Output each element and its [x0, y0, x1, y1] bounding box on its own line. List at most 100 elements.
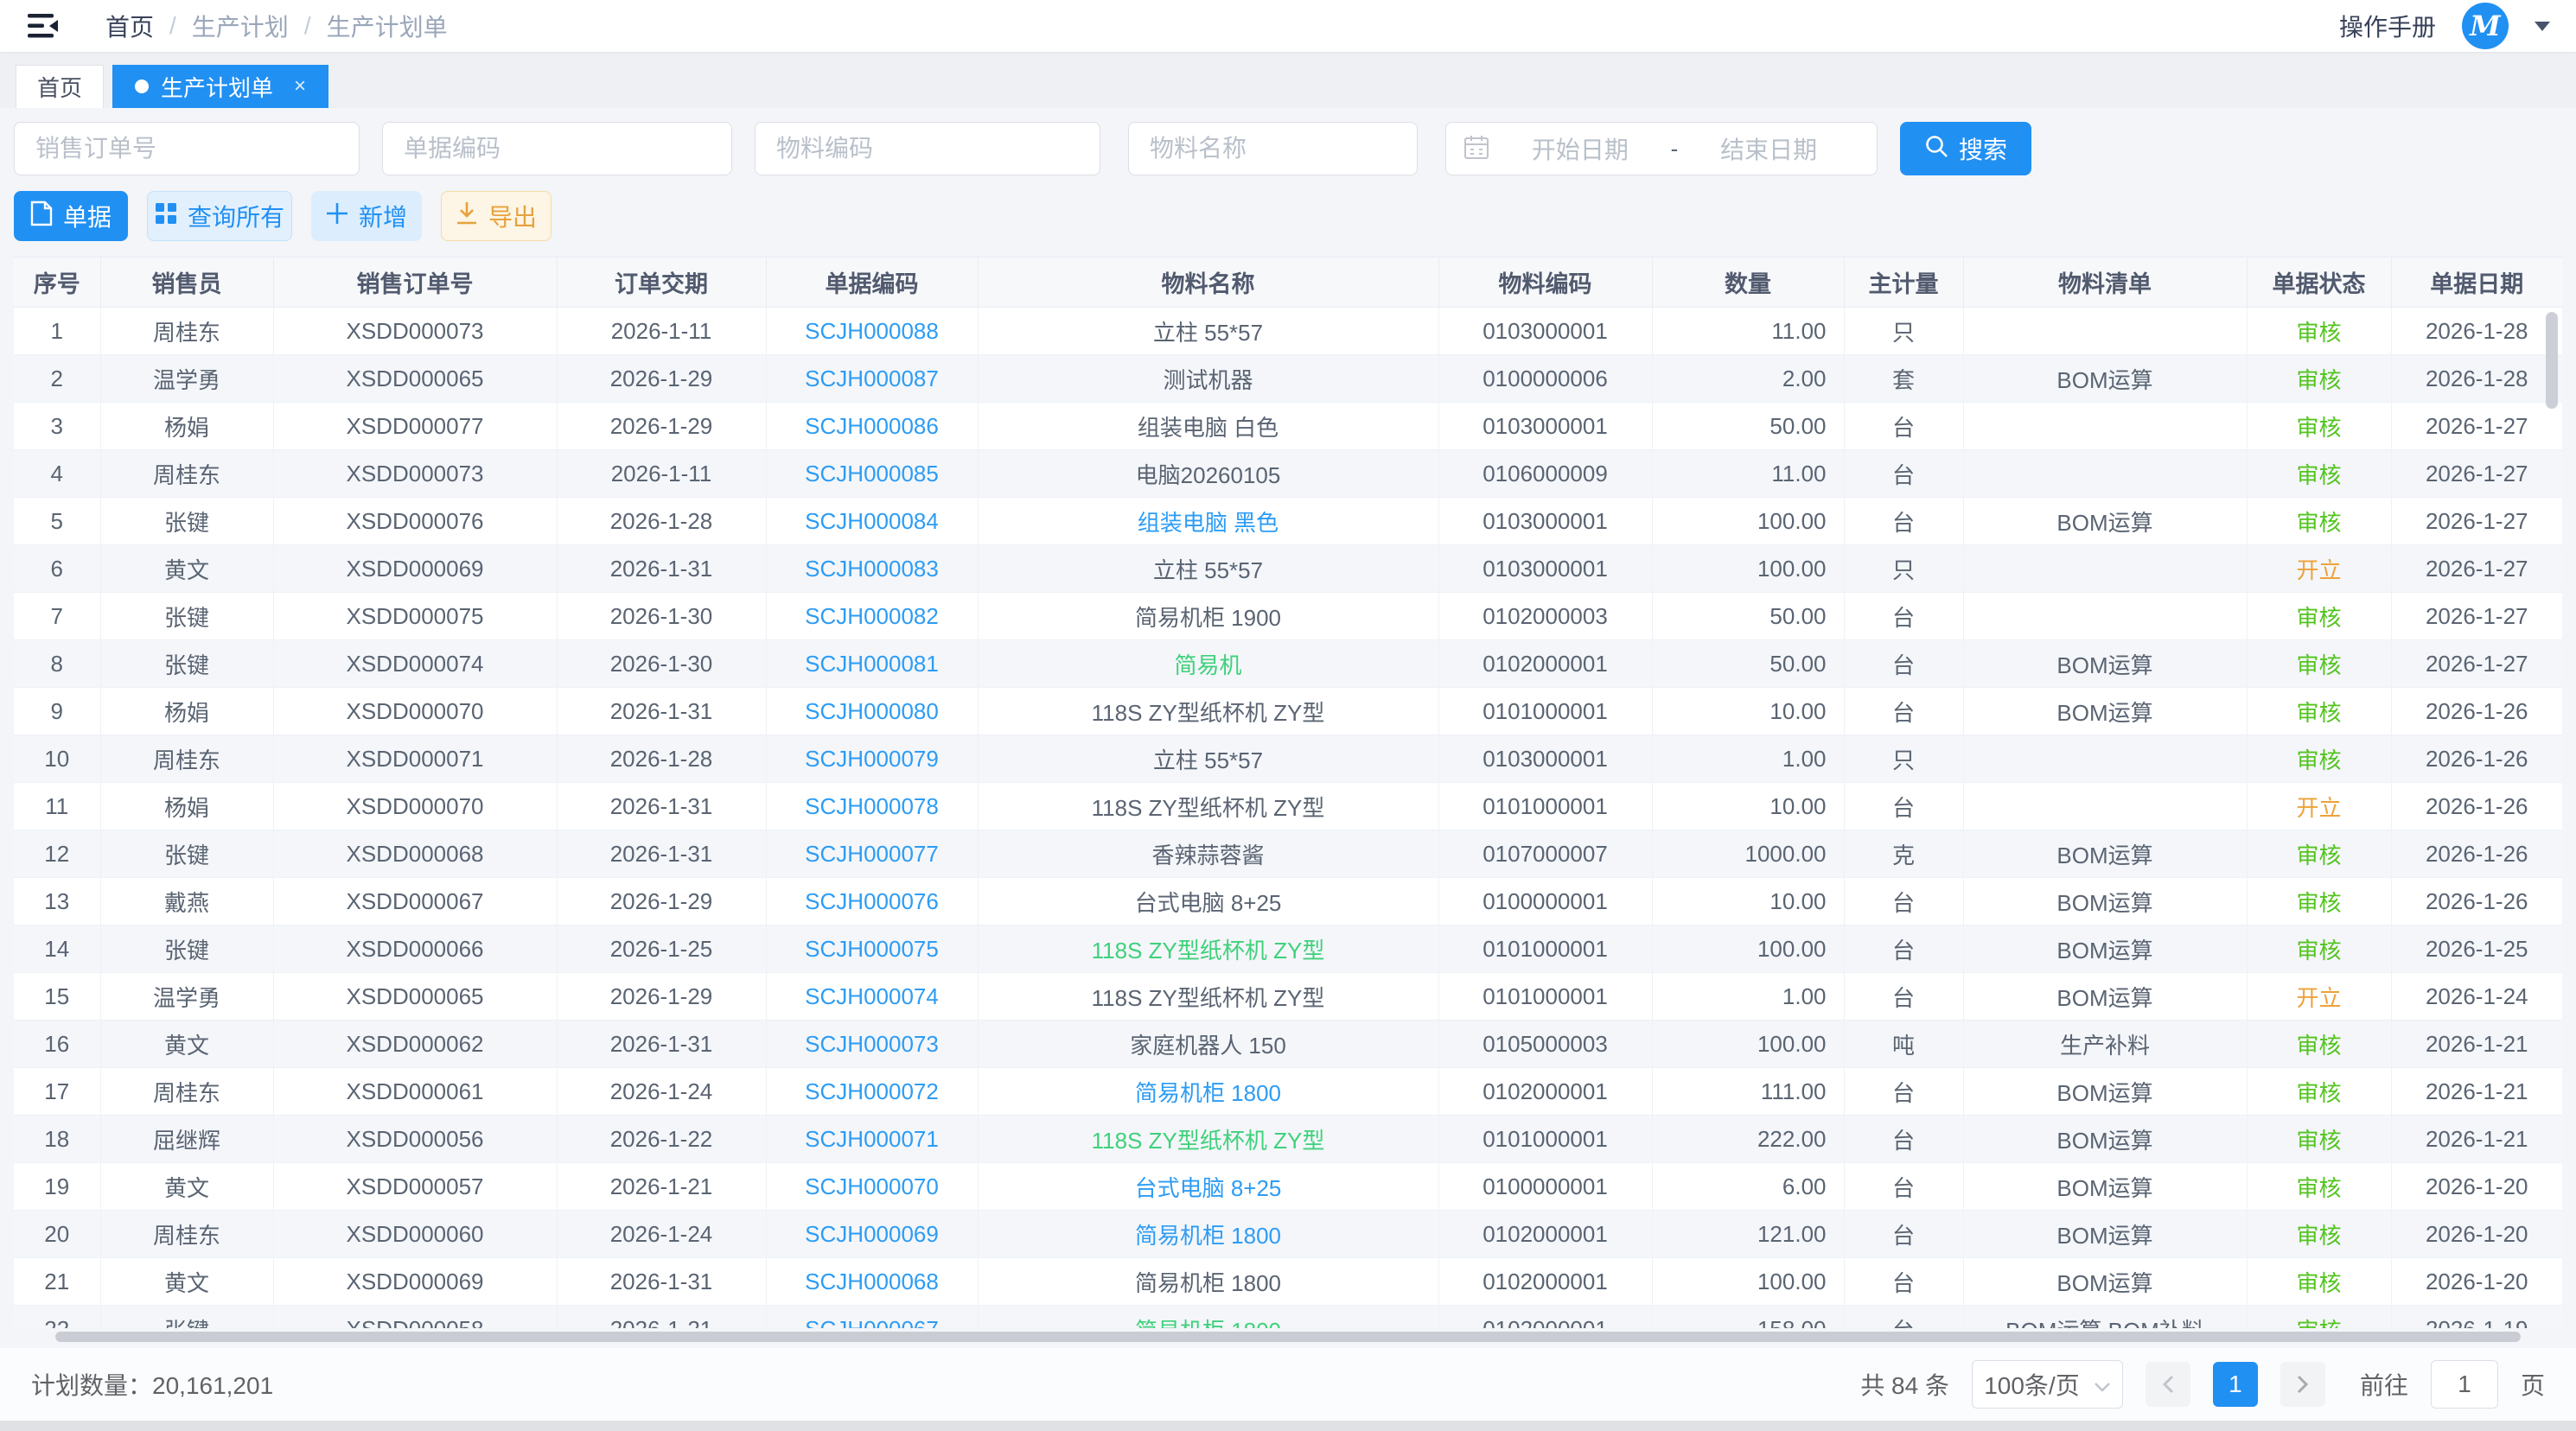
sales-order-input[interactable]	[14, 122, 360, 175]
collapse-menu-icon[interactable]	[26, 9, 61, 43]
cell-doc-code[interactable]: SCJH000082	[766, 593, 978, 640]
table-row[interactable]: 14张键XSDD0000662026-1-25SCJH000075118S ZY…	[14, 925, 2562, 973]
table-row[interactable]: 16黄文XSDD0000622026-1-31SCJH000073家庭机器人 1…	[14, 1021, 2562, 1068]
vertical-scrollbar[interactable]	[2546, 312, 2558, 409]
table-row[interactable]: 10周桂东XSDD0000712026-1-28SCJH000079立柱 55*…	[14, 735, 2562, 783]
next-page-button[interactable]	[2280, 1362, 2325, 1407]
table-row[interactable]: 1周桂东XSDD0000732026-1-11SCJH000088立柱 55*5…	[14, 308, 2562, 355]
date-range-picker[interactable]: 开始日期 - 结束日期	[1445, 122, 1878, 175]
horizontal-scrollbar[interactable]	[55, 1332, 2521, 1342]
tab-close-icon[interactable]: ×	[294, 74, 306, 99]
prev-page-button[interactable]	[2146, 1362, 2190, 1407]
cell-status: 开立	[2247, 973, 2391, 1021]
cell-date: 2026-1-21	[2391, 1068, 2562, 1116]
cell-doc-code[interactable]: SCJH000081	[766, 640, 978, 688]
cell-delivery: 2026-1-21	[557, 1306, 766, 1329]
cell-unit: 台	[1844, 640, 1963, 688]
cell-bom: 生产补料	[1963, 1021, 2247, 1068]
document-button[interactable]: 单据	[14, 191, 128, 241]
table-row[interactable]: 9杨娟XSDD0000702026-1-31SCJH000080118S ZY型…	[14, 688, 2562, 735]
cell-doc-code[interactable]: SCJH000086	[766, 403, 978, 450]
cell-doc-code[interactable]: SCJH000073	[766, 1021, 978, 1068]
table-row[interactable]: 13戴燕XSDD0000672026-1-29SCJH000076台式电脑 8+…	[14, 878, 2562, 925]
table-row[interactable]: 21黄文XSDD0000692026-1-31SCJH000068简易机柜 18…	[14, 1258, 2562, 1306]
add-button[interactable]: 新增	[311, 191, 422, 241]
toolbar: 单据 查询所有 新增 导	[14, 191, 2562, 241]
doc-code-input[interactable]	[382, 122, 732, 175]
table-row[interactable]: 20周桂东XSDD0000602026-1-24SCJH000069简易机柜 1…	[14, 1211, 2562, 1258]
tab-production-plan-order[interactable]: 生产计划单 ×	[112, 65, 328, 108]
page-number-button[interactable]: 1	[2213, 1362, 2258, 1407]
table-row[interactable]: 2温学勇XSDD0000652026-1-29SCJH000087测试机器010…	[14, 355, 2562, 403]
cell-doc-code[interactable]: SCJH000070	[766, 1163, 978, 1211]
table-row[interactable]: 4周桂东XSDD0000732026-1-11SCJH000085电脑20260…	[14, 450, 2562, 498]
cell-doc-code[interactable]: SCJH000069	[766, 1211, 978, 1258]
breadcrumb-production-plan-order[interactable]: 生产计划单	[327, 9, 448, 43]
cell-status: 审核	[2247, 593, 2391, 640]
start-date-placeholder[interactable]: 开始日期	[1489, 131, 1671, 166]
cell-unit: 台	[1844, 878, 1963, 925]
end-date-placeholder[interactable]: 结束日期	[1678, 131, 1859, 166]
cell-status: 审核	[2247, 403, 2391, 450]
cell-doc-code[interactable]: SCJH000074	[766, 973, 978, 1021]
cell-doc-code[interactable]: SCJH000083	[766, 545, 978, 593]
cell-doc-code[interactable]: SCJH000068	[766, 1258, 978, 1306]
table-row[interactable]: 7张键XSDD0000752026-1-30SCJH000082简易机柜 190…	[14, 593, 2562, 640]
cell-bom: BOM运算	[1963, 1068, 2247, 1116]
cell-doc-code[interactable]: SCJH000080	[766, 688, 978, 735]
cell-salesperson: 周桂东	[100, 308, 273, 355]
cell-unit: 台	[1844, 498, 1963, 545]
table-row[interactable]: 8张键XSDD0000742026-1-30SCJH000081简易机01020…	[14, 640, 2562, 688]
cell-doc-code[interactable]: SCJH000087	[766, 355, 978, 403]
cell-delivery: 2026-1-11	[557, 450, 766, 498]
table-row[interactable]: 6黄文XSDD0000692026-1-31SCJH000083立柱 55*57…	[14, 545, 2562, 593]
cell-doc-code[interactable]: SCJH000075	[766, 925, 978, 973]
search-button[interactable]: 搜索	[1900, 122, 2031, 175]
tab-home[interactable]: 首页	[16, 65, 104, 108]
chevron-down-icon[interactable]	[2535, 22, 2550, 31]
breadcrumb-production-plan[interactable]: 生产计划	[192, 9, 289, 43]
table-row[interactable]: 15温学勇XSDD0000652026-1-29SCJH000074118S Z…	[14, 973, 2562, 1021]
cell-seq: 7	[14, 593, 100, 640]
cell-date: 2026-1-27	[2391, 593, 2562, 640]
page-size-select[interactable]: 100条/页	[1972, 1360, 2123, 1409]
table-row[interactable]: 12张键XSDD0000682026-1-31SCJH000077香辣蒜蓉酱01…	[14, 830, 2562, 878]
export-button[interactable]: 导出	[441, 191, 552, 241]
table-row[interactable]: 18屈继辉XSDD0000562026-1-22SCJH000071118S Z…	[14, 1116, 2562, 1163]
cell-doc-code[interactable]: SCJH000088	[766, 308, 978, 355]
cell-material: 118S ZY型纸杯机 ZY型	[978, 688, 1438, 735]
material-name-input[interactable]	[1128, 122, 1418, 175]
table-row[interactable]: 19黄文XSDD0000572026-1-21SCJH000070台式电脑 8+…	[14, 1163, 2562, 1211]
cell-doc-code[interactable]: SCJH000072	[766, 1068, 978, 1116]
cell-doc-code[interactable]: SCJH000067	[766, 1306, 978, 1329]
breadcrumb-home[interactable]: 首页	[105, 9, 154, 43]
cell-qty: 158.00	[1652, 1306, 1844, 1329]
cell-doc-code[interactable]: SCJH000076	[766, 878, 978, 925]
document-icon	[30, 200, 53, 232]
cell-status: 审核	[2247, 878, 2391, 925]
avatar[interactable]: M	[2462, 3, 2509, 49]
table-row[interactable]: 11杨娟XSDD0000702026-1-31SCJH000078118S ZY…	[14, 783, 2562, 830]
goto-page-input[interactable]	[2431, 1360, 2498, 1409]
table-row[interactable]: 3杨娟XSDD0000772026-1-29SCJH000086组装电脑 白色0…	[14, 403, 2562, 450]
table-row[interactable]: 17周桂东XSDD0000612026-1-24SCJH000072简易机柜 1…	[14, 1068, 2562, 1116]
material-code-input[interactable]	[755, 122, 1100, 175]
table-row[interactable]: 5张键XSDD0000762026-1-28SCJH000084组装电脑 黑色0…	[14, 498, 2562, 545]
page-horizontal-scrollbar[interactable]	[0, 1421, 2576, 1431]
cell-doc-code[interactable]: SCJH000085	[766, 450, 978, 498]
operation-manual-link[interactable]: 操作手册	[2339, 9, 2436, 43]
cell-doc-code[interactable]: SCJH000084	[766, 498, 978, 545]
table-row[interactable]: 22张键XSDD0000582026-1-21SCJH000067简易机柜 18…	[14, 1306, 2562, 1329]
cell-sales-order: XSDD000061	[273, 1068, 557, 1116]
cell-doc-code[interactable]: SCJH000078	[766, 783, 978, 830]
cell-date: 2026-1-27	[2391, 640, 2562, 688]
cell-doc-code[interactable]: SCJH000079	[766, 735, 978, 783]
cell-qty: 11.00	[1652, 308, 1844, 355]
cell-delivery: 2026-1-25	[557, 925, 766, 973]
cell-delivery: 2026-1-28	[557, 498, 766, 545]
query-all-button[interactable]: 查询所有	[147, 191, 292, 241]
cell-material-code: 0102000003	[1438, 593, 1652, 640]
cell-delivery: 2026-1-31	[557, 545, 766, 593]
cell-doc-code[interactable]: SCJH000077	[766, 830, 978, 878]
cell-doc-code[interactable]: SCJH000071	[766, 1116, 978, 1163]
